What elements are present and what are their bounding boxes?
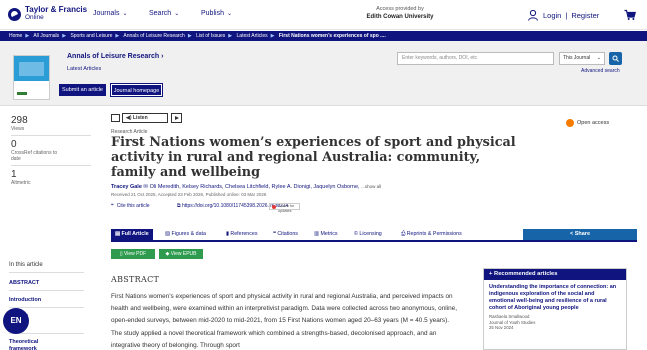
toc-item-introduction[interactable]: Introduction: [9, 297, 41, 303]
user-icon: [528, 9, 538, 21]
view-epub-button[interactable]: ◆ View EPUB: [159, 249, 203, 259]
recommended-date: 25 Nov 2024: [489, 325, 514, 330]
tab-reprints[interactable]: ⎙ Reprints & Permissions: [401, 229, 462, 240]
top-header: Taylor & Francis Online Journals ⌄ Search…: [0, 0, 647, 30]
view-pdf-button[interactable]: ▯ View PDF: [111, 249, 155, 259]
journal-cover-image[interactable]: [13, 55, 50, 100]
article-metrics: 298 Views 0 CrossRef citations to date 1…: [11, 115, 101, 189]
share-button[interactable]: < Share: [523, 229, 637, 240]
breadcrumb-journal[interactable]: Annals of Leisure Research: [123, 33, 184, 39]
check-for-updates-badge[interactable]: Check for updates: [269, 203, 300, 213]
link-icon: ⧉: [177, 203, 181, 209]
recommended-heading: + Recommended articles: [484, 269, 626, 280]
author-list: Tracey Gale ✉ Oli Meredith, Kelsey Richa…: [111, 184, 382, 190]
nav-journals[interactable]: Journals ⌄: [93, 10, 128, 17]
breadcrumb-sports[interactable]: Sports and Leisure: [70, 33, 112, 39]
recommended-item[interactable]: Understanding the importance of connecti…: [484, 280, 626, 335]
latest-articles-link[interactable]: Latest Articles: [67, 66, 101, 72]
chevron-down-icon: ⌄: [226, 11, 232, 17]
altmetric-count: 1: [11, 169, 17, 180]
share-icon: <: [569, 231, 574, 237]
nav-publish[interactable]: Publish ⌄: [201, 10, 232, 17]
chevron-down-icon: ⌄: [596, 55, 601, 61]
abstract-text: First Nations women’s experiences of spo…: [111, 293, 457, 349]
crossref-count: 0: [11, 139, 17, 150]
toc-item-theoretical[interactable]: Theoretical framework: [9, 339, 59, 350]
views-count: 298: [11, 115, 28, 126]
login-link[interactable]: Login: [543, 11, 561, 20]
toc-item-abstract[interactable]: ABSTRACT: [9, 280, 39, 286]
menu-icon[interactable]: [111, 114, 120, 122]
access-info: Access provided by Edith Cowan Universit…: [366, 6, 434, 20]
breadcrumb: Home ▶ All Journals ▶ Sports and Leisure ▶ …: [0, 31, 647, 41]
recommended-articles: + Recommended articles Understanding the…: [483, 268, 627, 350]
open-access-badge: Open access: [566, 119, 609, 127]
breadcrumb-home[interactable]: Home: [9, 33, 22, 39]
abstract-heading: ABSTRACT: [111, 275, 160, 284]
breadcrumb-latest[interactable]: Latest Articles: [237, 33, 268, 39]
breadcrumb-issues[interactable]: List of Issues: [196, 33, 225, 39]
journal-homepage-button[interactable]: Journal homepage: [110, 83, 163, 97]
journal-title[interactable]: Annals of Leisure Research ›: [67, 53, 164, 60]
toc-title: In this article: [9, 262, 43, 268]
submit-article-button[interactable]: Submit an article: [59, 84, 106, 96]
login-register: Login | Register: [527, 9, 599, 21]
article-title: First Nations women’s experiences of spo…: [111, 135, 516, 180]
chevron-down-icon: ⌄: [122, 11, 128, 17]
language-badge[interactable]: EN: [3, 308, 29, 334]
recommended-title[interactable]: Understanding the importance of connecti…: [489, 284, 621, 312]
logo-line1: Taylor & Francis: [25, 5, 88, 14]
advanced-search-link[interactable]: Advanced search: [581, 68, 620, 74]
show-all-authors[interactable]: ...show all: [361, 184, 381, 189]
chevron-down-icon: ⌄: [174, 11, 180, 17]
tab-full-article[interactable]: ▤ Full Article: [111, 229, 153, 240]
tab-figures[interactable]: ▨ Figures & data: [165, 229, 206, 240]
email-icon[interactable]: ✉: [143, 184, 148, 190]
breadcrumb-current: First Nations women’s experiences of spo…: [278, 33, 386, 39]
register-link[interactable]: Register: [571, 11, 599, 20]
speaker-icon: ◀): [126, 115, 132, 121]
tab-references[interactable]: ▮ References: [226, 229, 257, 240]
taylor-francis-logo[interactable]: Taylor & Francis Online: [8, 6, 87, 22]
tab-licensing[interactable]: © Licensing: [354, 229, 382, 240]
cite-article-link[interactable]: ❝ Cite this article: [111, 203, 150, 209]
play-button[interactable]: [171, 113, 182, 123]
article-dates: Received 21 Oct 2025, Accepted 23 Feb 20…: [111, 192, 267, 197]
nav-search[interactable]: Search ⌄: [149, 10, 179, 17]
search-input[interactable]: Enter keywords, authors, DOI, etc: [397, 52, 554, 65]
tab-metrics[interactable]: ▥ Metrics: [314, 229, 338, 240]
breadcrumb-all-journals[interactable]: All Journals: [33, 33, 59, 39]
search-button[interactable]: [609, 52, 622, 65]
search-icon: [612, 55, 619, 62]
first-author[interactable]: Tracey Gale: [111, 184, 142, 190]
logo-icon: [8, 7, 21, 21]
journal-banner: Annals of Leisure Research › Latest Arti…: [0, 41, 647, 106]
listen-button[interactable]: ◀) Listen: [122, 113, 168, 123]
tab-citations[interactable]: ❝ Citations: [273, 229, 298, 240]
open-access-icon: [566, 119, 574, 127]
quote-icon: ❝: [111, 203, 114, 209]
plus-icon: +: [489, 271, 493, 277]
logo-line2: Online: [25, 14, 44, 21]
cart-icon[interactable]: [624, 9, 636, 21]
search-scope-select[interactable]: This Journal ⌄: [559, 52, 605, 65]
